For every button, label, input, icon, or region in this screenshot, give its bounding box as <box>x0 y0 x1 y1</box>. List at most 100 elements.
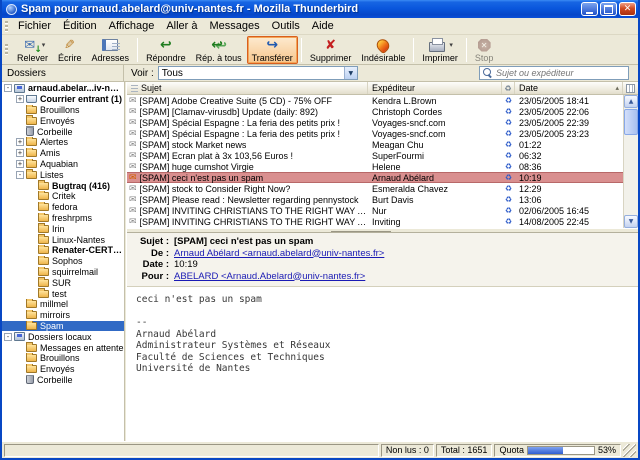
folder-irin[interactable]: Irin <box>2 223 124 234</box>
column-header-junk[interactable]: ♻ <box>502 82 515 94</box>
header-row-from: De : Arnaud Abélard <arnaud.abelard@univ… <box>133 248 632 260</box>
dropdown-arrow-icon[interactable]: ▾ <box>449 41 453 49</box>
message-list-scrollbar[interactable]: ▲ ▼ <box>623 95 638 228</box>
message-row[interactable]: ✉[SPAM] stock Market newsMeagan Chu♻01:2… <box>127 139 623 150</box>
dropdown-arrow-icon[interactable]: ▾ <box>42 41 46 49</box>
to-address-link[interactable]: ABELARD <Arnaud.Abelard@univ-nantes.fr> <box>174 271 365 283</box>
relever-button[interactable]: ▾Relever <box>12 36 53 64</box>
repondre-button[interactable]: Répondre <box>141 36 191 64</box>
menu-outils[interactable]: Outils <box>266 19 306 33</box>
folder-alertes[interactable]: +Alertes <box>2 137 124 148</box>
column-picker-button[interactable] <box>623 82 638 94</box>
indesirable-button[interactable]: Indésirable <box>356 36 410 64</box>
folder-linux-nantes[interactable]: Linux-Nantes <box>2 234 124 245</box>
title-bar[interactable]: Spam pour arnaud.abelard@univ-nantes.fr … <box>2 0 638 18</box>
folder-envoyes[interactable]: Envoyés <box>2 115 124 126</box>
folder-corbeille[interactable]: Corbeille <box>2 126 124 137</box>
folder-arnaud-abelar-iv-nantes-fr[interactable]: -arnaud.abelar...iv-nantes.fr <box>2 83 124 94</box>
message-sender: Meagan Chu <box>368 140 502 150</box>
collapse-icon[interactable]: - <box>16 171 24 179</box>
collapse-icon[interactable]: - <box>4 333 12 341</box>
menu-aller-a[interactable]: Aller à <box>160 19 203 33</box>
folder-freshrpms[interactable]: freshrpms <box>2 213 124 224</box>
transferer-button[interactable]: Transférer <box>247 36 298 64</box>
folder-messages-en-attente[interactable]: Messages en attente <box>2 342 124 353</box>
rep-a-tous-button[interactable]: Rép. à tous <box>191 36 247 64</box>
folder-fedora[interactable]: fedora <box>2 202 124 213</box>
menu-messages[interactable]: Messages <box>204 19 266 33</box>
scrollbar-track[interactable] <box>624 108 638 215</box>
message-sender: Kendra L.Brown <box>368 96 502 106</box>
folder-amis[interactable]: +Amis <box>2 148 124 159</box>
message-row[interactable]: ✉[SPAM] stock to Consider Right Now?Esme… <box>127 183 623 194</box>
expand-icon[interactable]: + <box>16 138 24 146</box>
scrollbar-thumb[interactable] <box>624 109 638 135</box>
message-row[interactable]: ✉[SPAM] Adobe Creative Suite (5 CD) - 75… <box>127 95 623 106</box>
folder-aquabian[interactable]: + Aquabian <box>2 159 124 170</box>
column-header-date[interactable]: Date ▴ <box>515 82 623 94</box>
expand-icon[interactable]: + <box>16 95 24 103</box>
column-header-subject[interactable]: Sujet <box>127 82 368 94</box>
menu-edition[interactable]: Édition <box>57 19 103 33</box>
folder-brouillons[interactable]: Brouillons <box>2 353 124 364</box>
message-row[interactable]: ✉[SPAM] huge cumshot VirgieHelene♻08:36 <box>127 161 623 172</box>
folder-listes[interactable]: -Listes <box>2 169 124 180</box>
folder-label: Aquabian <box>40 159 78 169</box>
minimize-button[interactable] <box>581 2 598 16</box>
message-row[interactable]: ✉[SPAM] [Clamav-virusdb] Update (daily: … <box>127 106 623 117</box>
menu-aide[interactable]: Aide <box>306 19 340 33</box>
imprimer-button[interactable]: ▾Imprimer <box>417 36 463 64</box>
close-button[interactable] <box>619 2 636 16</box>
header-row-subject: Sujet : [SPAM] ceci n'est pas un spam <box>133 236 632 248</box>
toolbar-grip[interactable] <box>5 44 8 55</box>
ecrire-button[interactable]: Écrire <box>53 36 87 64</box>
from-address-link[interactable]: Arnaud Abélard <arnaud.abelard@univ-nant… <box>174 248 384 260</box>
message-row[interactable]: ✉[SPAM] Spécial Espagne : La feria des p… <box>127 117 623 128</box>
scroll-up-icon[interactable]: ▲ <box>624 95 638 108</box>
folder-spam[interactable]: Spam <box>2 321 124 332</box>
adresses-button[interactable]: Adresses <box>87 36 135 64</box>
search-input[interactable] <box>496 68 625 78</box>
supprimer-button[interactable]: Supprimer <box>305 36 357 64</box>
maximize-button[interactable] <box>600 2 617 16</box>
folder-dossiers-locaux[interactable]: -Dossiers locaux <box>2 331 124 342</box>
folder-brouillons[interactable]: Brouillons <box>2 105 124 116</box>
folder-icon <box>26 365 37 373</box>
folder-mirroirs[interactable]: mirroirs <box>2 310 124 321</box>
message-row[interactable]: ✉[SPAM] Spécial Espagne : La feria des p… <box>127 128 623 139</box>
folder-test[interactable]: test <box>2 288 124 299</box>
folder-sophos[interactable]: Sophos <box>2 256 124 267</box>
folder-icon <box>26 171 37 179</box>
column-header-sender[interactable]: Expéditeur <box>368 82 502 94</box>
folder-millmel[interactable]: millmel <box>2 299 124 310</box>
folder-corbeille[interactable]: Corbeille <box>2 375 124 386</box>
search-box[interactable] <box>479 66 629 80</box>
expander-spacer <box>28 203 36 211</box>
preview-splitter[interactable] <box>127 228 638 233</box>
message-row[interactable]: ✉[SPAM] INVITING CHRISTIANS TO THE RIGHT… <box>127 216 623 227</box>
message-subject-cell: ✉[SPAM] Spécial Espagne : La feria des p… <box>127 129 368 139</box>
message-row[interactable]: ✉[SPAM] Please read : Newsletter regardi… <box>127 194 623 205</box>
message-row[interactable]: ✉[SPAM] Ecran plat à 3x 103,56 Euros !Su… <box>127 150 623 161</box>
menu-affichage[interactable]: Affichage <box>103 19 161 33</box>
message-row[interactable]: ✉[SPAM] ceci n'est pas un spamArnaud Abé… <box>127 172 623 183</box>
folder-sur[interactable]: SUR <box>2 277 124 288</box>
message-row[interactable]: ✉[SPAM] INVITING CHRISTIANS TO THE RIGHT… <box>127 205 623 216</box>
folder-squirrelmail[interactable]: squirrelmail <box>2 267 124 278</box>
expand-icon[interactable]: + <box>16 149 24 157</box>
resize-grip[interactable] <box>623 444 636 457</box>
menubar-grip[interactable] <box>5 21 8 32</box>
folder-critek[interactable]: Critek <box>2 191 124 202</box>
folder-renater-cert-7[interactable]: Renater-CERT (7) <box>2 245 124 256</box>
folder-courrier-entrant-1[interactable]: +Courrier entrant (1) <box>2 94 124 105</box>
folder-bugtraq-416[interactable]: Bugtraq (416) <box>2 180 124 191</box>
menu-fichier[interactable]: Fichier <box>12 19 57 33</box>
folder-envoyes[interactable]: Envoyés <box>2 364 124 375</box>
folder-label: Spam <box>40 321 64 331</box>
chevron-down-icon[interactable]: ▼ <box>344 67 357 79</box>
view-filter-select[interactable]: Tous ▼ <box>158 66 358 80</box>
stop-button[interactable]: Stop <box>470 36 499 64</box>
scroll-down-icon[interactable]: ▼ <box>624 215 638 228</box>
expand-icon[interactable]: + <box>16 160 24 168</box>
collapse-icon[interactable]: - <box>4 84 12 92</box>
